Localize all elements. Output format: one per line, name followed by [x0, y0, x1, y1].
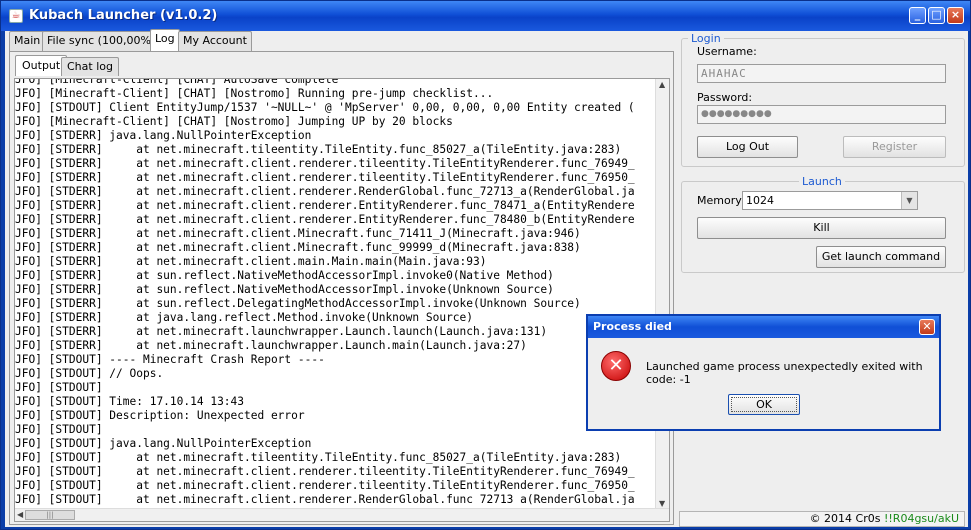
log-line: JFO] [STDERR] at net.minecraft.client.re… [15, 171, 635, 184]
title-bar[interactable]: ☕ Kubach Launcher (v1.0.2) _ □ × [1, 1, 970, 31]
footer-link[interactable]: !!R04gsu/akU [884, 512, 959, 525]
log-line: JFO] [STDERR] at net.minecraft.client.re… [15, 199, 635, 212]
log-line: JFO] [STDOUT] Time: 17.10.14 13:43 [15, 395, 245, 408]
log-line: JFO] [STDOUT] [15, 423, 103, 436]
log-line: JFO] [STDERR] at net.minecraft.client.re… [15, 157, 635, 170]
scroll-up-icon[interactable]: ▲ [659, 80, 665, 89]
window-client: Main File sync (100,00%) Log My Account … [5, 29, 968, 527]
vertical-scrollbar[interactable]: ▲ ▼ [655, 79, 669, 509]
log-text: JFO] [Minecraft-Client] [CHAT] AutoSave … [15, 78, 655, 505]
subtab-output[interactable]: Output [15, 55, 68, 76]
launch-legend: Launch [802, 175, 842, 188]
scroll-down-icon[interactable]: ▼ [659, 499, 665, 508]
process-died-dialog: Process died ✕ ✕ Launched game process u… [586, 314, 941, 431]
log-line: JFO] [STDOUT] Client EntityJump/1537 '~N… [15, 101, 635, 114]
log-line: JFO] [STDERR] at net.minecraft.client.re… [15, 213, 635, 226]
log-line: JFO] [STDERR] at net.minecraft.tileentit… [15, 143, 622, 156]
horizontal-scroll-thumb[interactable]: ||| [25, 510, 75, 520]
log-line: JFO] [STDERR] at sun.reflect.NativeMetho… [15, 269, 554, 282]
log-line: JFO] [STDERR] at java.lang.reflect.Metho… [15, 311, 474, 324]
log-line: JFO] [STDOUT] java.lang.NullPointerExcep… [15, 437, 312, 450]
password-field[interactable]: ●●●●●●●●● [697, 105, 946, 124]
memory-value: 1024 [746, 194, 774, 207]
minimize-button[interactable]: _ [909, 7, 926, 24]
log-line: JFO] [STDOUT] Description: Unexpected er… [15, 409, 305, 422]
subtab-chat-log[interactable]: Chat log [61, 57, 119, 76]
tab-log[interactable]: Log [150, 29, 180, 51]
horizontal-scrollbar[interactable]: ◀ ||| [15, 508, 669, 521]
dialog-message: Launched game process unexpectedly exite… [646, 360, 923, 386]
dialog-body: ✕ Launched game process unexpectedly exi… [588, 338, 939, 429]
log-line: JFO] [STDOUT] at net.minecraft.client.re… [15, 465, 635, 478]
username-label: Username: [697, 45, 757, 58]
kill-button[interactable]: Kill [697, 217, 946, 239]
log-line: JFO] [STDERR] at net.minecraft.client.ma… [15, 255, 487, 268]
tab-file-sync[interactable]: File sync (100,00%) [42, 31, 161, 51]
log-line: JFO] [Minecraft-Client] [CHAT] AutoSave … [15, 78, 339, 86]
chevron-down-icon[interactable]: ▼ [901, 192, 917, 209]
log-line: JFO] [Minecraft-Client] [CHAT] [Nostromo… [15, 115, 453, 128]
get-launch-command-button[interactable]: Get launch command [816, 246, 946, 268]
log-line: JFO] [STDOUT] at net.minecraft.client.re… [15, 493, 635, 505]
log-line: JFO] [STDOUT] at net.minecraft.tileentit… [15, 451, 622, 464]
java-cup-icon: ☕ [9, 9, 23, 23]
memory-select[interactable]: 1024 ▼ [742, 191, 918, 210]
log-line: JFO] [STDOUT] ---- Minecraft Crash Repor… [15, 353, 325, 366]
maximize-button[interactable]: □ [928, 7, 945, 24]
tab-main[interactable]: Main [9, 31, 46, 51]
log-line: JFO] [STDERR] at net.minecraft.launchwra… [15, 339, 527, 352]
dialog-title[interactable]: Process died [588, 316, 939, 338]
log-line: JFO] [STDERR] at net.minecraft.client.Mi… [15, 241, 581, 254]
ok-button[interactable]: OK [728, 394, 800, 415]
error-icon: ✕ [601, 351, 631, 381]
logout-button[interactable]: Log Out [697, 136, 798, 158]
log-output-area[interactable]: JFO] [Minecraft-Client] [CHAT] AutoSave … [14, 78, 670, 522]
memory-label: Memory: [697, 194, 745, 207]
login-legend: Login [691, 32, 721, 45]
log-line: JFO] [STDOUT] at net.minecraft.client.re… [15, 479, 635, 492]
window-title: Kubach Launcher (v1.0.2) [29, 8, 218, 23]
log-line: JFO] [STDERR] java.lang.NullPointerExcep… [15, 129, 312, 142]
launcher-window: ☕ Kubach Launcher (v1.0.2) _ □ × Main Fi… [0, 0, 971, 530]
dialog-close-icon[interactable]: ✕ [919, 319, 935, 335]
footer-bar: © 2014 Cr0s !!R04gsu/akU [679, 511, 965, 527]
log-tab-panel: Output Chat log JFO] [Minecraft-Client] … [9, 51, 674, 525]
log-line: JFO] [Minecraft-Client] [CHAT] [Nostromo… [15, 87, 494, 100]
log-line: JFO] [STDERR] at net.minecraft.client.Mi… [15, 227, 581, 240]
log-line: JFO] [STDOUT] // Oops. [15, 367, 164, 380]
log-line: JFO] [STDERR] at sun.reflect.NativeMetho… [15, 283, 554, 296]
log-line: JFO] [STDERR] at net.minecraft.launchwra… [15, 325, 548, 338]
password-label: Password: [697, 91, 753, 104]
log-line: JFO] [STDERR] at sun.reflect.DelegatingM… [15, 297, 581, 310]
tab-my-account[interactable]: My Account [178, 31, 252, 51]
close-button[interactable]: × [947, 7, 964, 24]
copyright-text: © 2014 Cr0s [809, 512, 881, 525]
log-line: JFO] [STDOUT] [15, 381, 103, 394]
username-field[interactable]: AHAHAC [697, 64, 946, 83]
scroll-left-icon[interactable]: ◀ [17, 510, 23, 519]
log-line: JFO] [STDERR] at net.minecraft.client.re… [15, 185, 635, 198]
register-button[interactable]: Register [843, 136, 946, 158]
